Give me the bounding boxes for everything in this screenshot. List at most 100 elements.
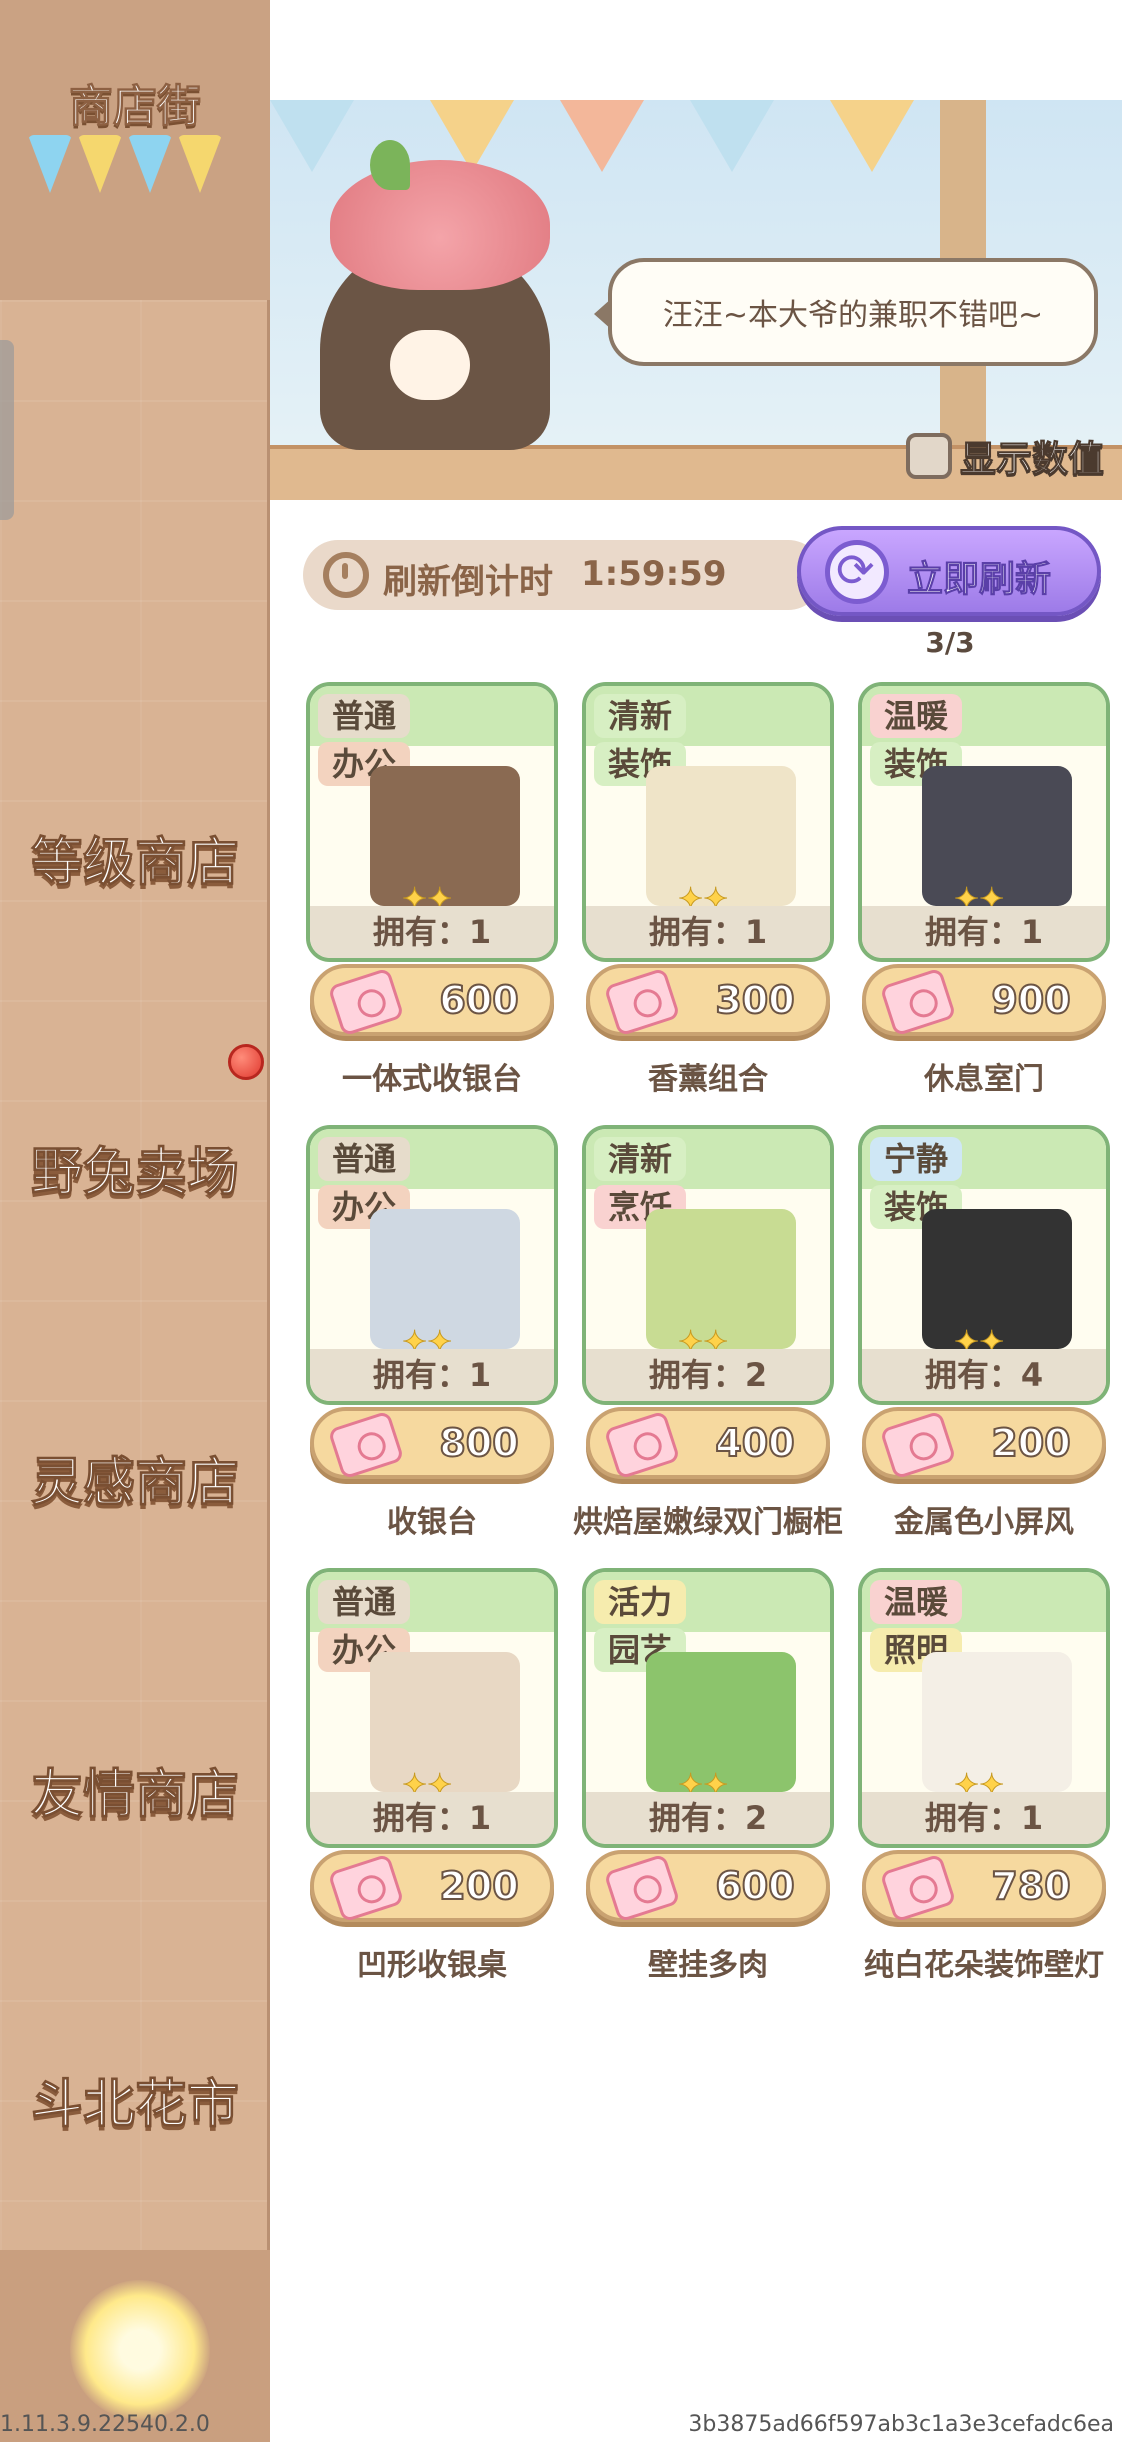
item-price: 200 xyxy=(438,1863,519,1909)
buy-button[interactable]: 400 xyxy=(586,1407,830,1480)
bunting-flag-icon xyxy=(690,100,774,172)
ticket-icon xyxy=(879,967,957,1037)
item-name: 纯白花朵装饰壁灯 xyxy=(864,1948,1104,1983)
sidebar-item-flower-market[interactable]: 斗北花市 xyxy=(0,2062,270,2137)
owned-count: 拥有：1 xyxy=(862,906,1106,958)
ticket-icon xyxy=(603,967,681,1037)
item-price: 900 xyxy=(990,977,1071,1023)
buy-button[interactable]: 900 xyxy=(862,964,1106,1037)
shop-street-title: 商店街 xyxy=(69,81,202,133)
ticket-icon xyxy=(879,1410,957,1480)
refresh-icon xyxy=(825,540,889,604)
item-card[interactable]: 普通 办公 ✦✦ 拥有：1 xyxy=(306,1125,558,1405)
item-card[interactable]: 清新 烹饪 ✦✦ 拥有：2 xyxy=(582,1125,834,1405)
item-card[interactable]: 温暖 照明 ✦✦ 拥有：1 xyxy=(858,1568,1110,1848)
item-name: 烘焙屋嫩绿双门橱柜 xyxy=(573,1505,843,1540)
flag-icon xyxy=(128,135,172,193)
item-price: 780 xyxy=(990,1863,1071,1909)
refresh-countdown-label: 刷新倒计时 xyxy=(383,562,553,602)
buy-button[interactable]: 200 xyxy=(862,1407,1106,1480)
leaf-icon xyxy=(370,140,410,190)
shop-item[interactable]: 清新 装饰 ✦✦ 拥有：1 300 香薰组合 xyxy=(582,682,834,1097)
item-style-tag: 普通 xyxy=(318,694,411,738)
item-style-tag: 宁静 xyxy=(870,1137,963,1181)
flag-icon xyxy=(28,135,72,193)
shop-item[interactable]: 清新 烹饪 ✦✦ 拥有：2 400 烘焙屋嫩绿双门橱柜 xyxy=(573,1125,843,1540)
item-name: 壁挂多肉 xyxy=(648,1948,768,1983)
shop-item[interactable]: 活力 园艺 ✦✦ 拥有：2 600 壁挂多肉 xyxy=(582,1568,834,1983)
refresh-count: 3/3 xyxy=(925,626,975,659)
flag-icon xyxy=(78,135,122,193)
sidebar-item-level-shop[interactable]: 等级商店 xyxy=(0,820,270,895)
buy-button[interactable]: 300 xyxy=(586,964,830,1037)
buy-button[interactable]: 800 xyxy=(310,1407,554,1480)
refresh-now-label: 立即刷新 xyxy=(906,559,1052,601)
ticket-icon xyxy=(327,1853,405,1923)
owned-count: 拥有：4 xyxy=(862,1349,1106,1401)
notification-dot xyxy=(228,1044,264,1080)
owned-count: 拥有：1 xyxy=(586,906,830,958)
sidebar: 商店街 等级商店 野兔卖场 灵感商店 友情商店 斗北花市 xyxy=(0,0,270,2442)
speech-bubble: 汪汪~本大爷的兼职不错吧~ xyxy=(594,258,1098,366)
buy-button[interactable]: 780 xyxy=(862,1850,1106,1923)
item-style-tag: 温暖 xyxy=(870,694,963,738)
ticket-icon xyxy=(879,1853,957,1923)
owned-count: 拥有：1 xyxy=(310,906,554,958)
item-style-tag: 温暖 xyxy=(870,1580,963,1624)
item-card[interactable]: 活力 园艺 ✦✦ 拥有：2 xyxy=(582,1568,834,1848)
shop-screen: 商店街 等级商店 野兔卖场 灵感商店 友情商店 斗北花市 汪汪~本大爷的兼职不错… xyxy=(0,0,1122,2442)
flag-icon xyxy=(178,135,222,193)
ticket-icon xyxy=(327,967,405,1037)
show-values-label: 显示数值 xyxy=(959,439,1105,481)
lamp-icon[interactable] xyxy=(70,2280,210,2420)
ticket-icon xyxy=(603,1410,681,1480)
owned-count: 拥有：1 xyxy=(310,1349,554,1401)
shop-item[interactable]: 温暖 照明 ✦✦ 拥有：1 780 纯白花朵装饰壁灯 xyxy=(858,1568,1110,1983)
sidebar-item-inspiration-shop[interactable]: 灵感商店 xyxy=(0,1440,270,1515)
item-card[interactable]: 宁静 装饰 ✦✦ 拥有：4 xyxy=(858,1125,1110,1405)
owned-count: 拥有：1 xyxy=(862,1792,1106,1844)
shop-item[interactable]: 宁静 装饰 ✦✦ 拥有：4 200 金属色小屏风 xyxy=(858,1125,1110,1540)
show-values-toggle[interactable]: 显示数值 xyxy=(906,430,1105,482)
item-name: 凹形收银桌 xyxy=(357,1948,507,1983)
bunting-flag-icon xyxy=(270,100,354,172)
build-hash: 3b3875ad66f597ab3c1a3e3cefadc6ea xyxy=(688,2412,1114,2437)
item-style-tag: 活力 xyxy=(594,1580,687,1624)
ticket-icon xyxy=(327,1410,405,1480)
item-card[interactable]: 温暖 装饰 ✦✦ 拥有：1 xyxy=(858,682,1110,962)
buy-button[interactable]: 200 xyxy=(310,1850,554,1923)
flower-hat-icon xyxy=(330,160,550,290)
item-card[interactable]: 普通 办公 ✦✦ 拥有：1 xyxy=(306,1568,558,1848)
shop-item[interactable]: 温暖 装饰 ✦✦ 拥有：1 900 休息室门 xyxy=(858,682,1110,1097)
clock-icon xyxy=(323,552,369,598)
shop-item[interactable]: 普通 办公 ✦✦ 拥有：1 600 一体式收银台 xyxy=(306,682,558,1097)
item-name: 休息室门 xyxy=(924,1062,1044,1097)
ticket-icon xyxy=(603,1853,681,1923)
item-card[interactable]: 普通 办公 ✦✦ 拥有：1 xyxy=(306,682,558,962)
side-drawer-handle[interactable] xyxy=(0,340,14,520)
sidebar-item-hare-market[interactable]: 野兔卖场 xyxy=(0,1130,270,1205)
shop-item[interactable]: 普通 办公 ✦✦ 拥有：1 200 凹形收银桌 xyxy=(306,1568,558,1983)
shop-item[interactable]: 普通 办公 ✦✦ 拥有：1 800 收银台 xyxy=(306,1125,558,1540)
bunting-flag-icon xyxy=(830,100,914,172)
bunting-flag-icon xyxy=(560,100,644,172)
show-values-checkbox[interactable] xyxy=(906,433,952,479)
item-name: 收银台 xyxy=(387,1505,477,1540)
buy-button[interactable]: 600 xyxy=(586,1850,830,1923)
item-name: 一体式收银台 xyxy=(342,1062,522,1097)
dog-face xyxy=(390,330,470,400)
owned-count: 拥有：2 xyxy=(586,1792,830,1844)
item-price: 200 xyxy=(990,1420,1071,1466)
item-price: 600 xyxy=(714,1863,795,1909)
refresh-now-button[interactable]: 立即刷新 xyxy=(797,526,1101,616)
buy-button[interactable]: 600 xyxy=(310,964,554,1037)
item-card[interactable]: 清新 装饰 ✦✦ 拥有：1 xyxy=(582,682,834,962)
item-price: 800 xyxy=(438,1420,519,1466)
sidebar-item-friendship-shop[interactable]: 友情商店 xyxy=(0,1752,270,1827)
owned-count: 拥有：2 xyxy=(586,1349,830,1401)
item-style-tag: 普通 xyxy=(318,1580,411,1624)
item-style-tag: 清新 xyxy=(594,1137,687,1181)
item-price: 400 xyxy=(714,1420,795,1466)
item-style-tag: 清新 xyxy=(594,694,687,738)
version-text: 1.11.3.9.22540.2.0 xyxy=(0,2412,210,2437)
